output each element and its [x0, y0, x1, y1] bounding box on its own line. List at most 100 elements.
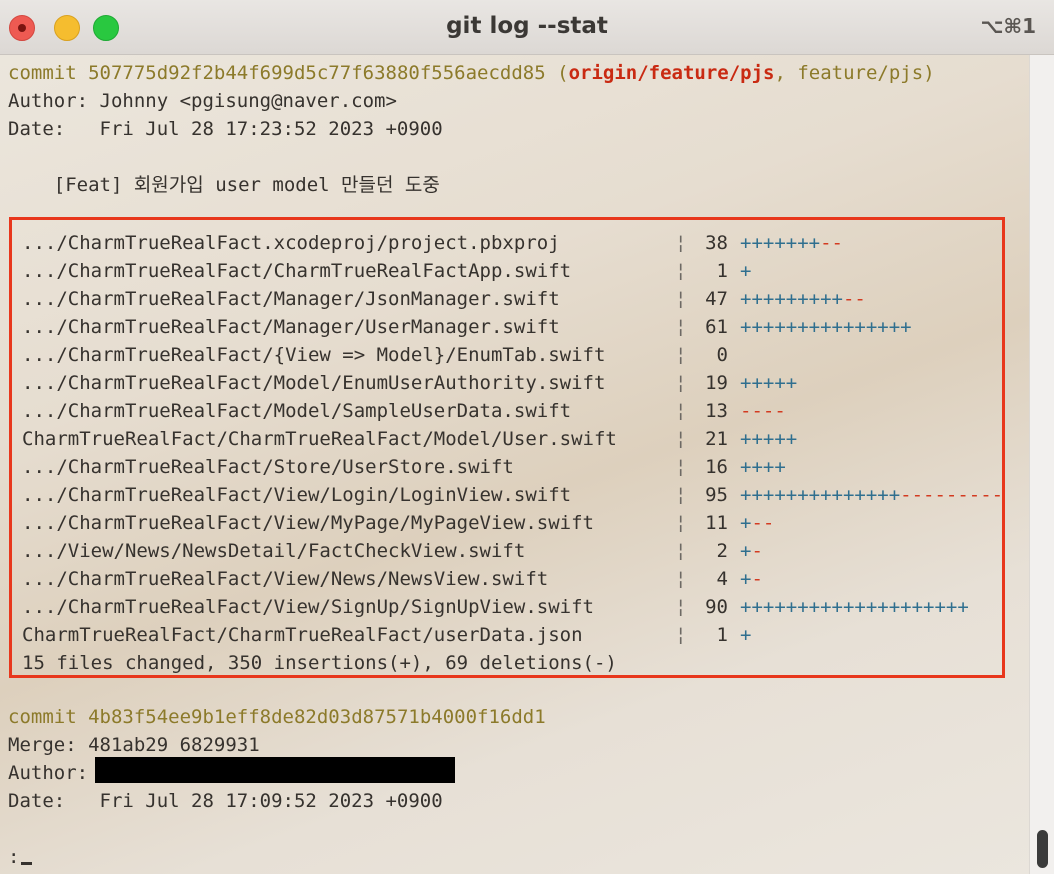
change-count: 0	[716, 344, 728, 366]
author-line-2: Author:	[8, 762, 89, 784]
diffstat-row: .../CharmTrueRealFact/Store/UserStore.sw…	[22, 453, 1012, 481]
diffstat-row: .../CharmTrueRealFact.xcodeproj/project.…	[22, 229, 1012, 257]
change-count: 90	[705, 596, 728, 618]
file-path: .../CharmTrueRealFact/View/News/NewsView…	[22, 568, 549, 590]
diffstat-row: .../CharmTrueRealFact/Model/SampleUserDa…	[22, 397, 1012, 425]
file-path: CharmTrueRealFact/CharmTrueRealFact/Mode…	[22, 428, 617, 450]
diffstat-row: .../View/News/NewsDetail/FactCheckView.s…	[22, 537, 1012, 565]
diffstat-row: .../CharmTrueRealFact/View/News/NewsView…	[22, 565, 1012, 593]
diffstat-row: .../CharmTrueRealFact/View/SignUp/SignUp…	[22, 593, 1012, 621]
deletions-bar: --	[842, 288, 866, 310]
change-count: 11	[705, 512, 728, 534]
scrollbar[interactable]	[1029, 55, 1054, 874]
insertions-bar: +++++++++	[740, 288, 843, 310]
file-path: .../CharmTrueRealFact/{View => Model}/En…	[22, 344, 606, 366]
file-path: CharmTrueRealFact/CharmTrueRealFact/user…	[22, 624, 583, 646]
redacted-author	[95, 757, 455, 783]
change-count: 47	[705, 288, 728, 310]
diffstat-row: .../CharmTrueRealFact/Manager/UserManage…	[22, 313, 1012, 341]
change-bar: +--	[740, 509, 774, 537]
commit-line: commit 507775d92f2b44f699d5c77f63880f556…	[8, 59, 935, 87]
insertions-bar: ++++++++++++++++++++	[740, 596, 969, 618]
file-path: .../CharmTrueRealFact/View/SignUp/SignUp…	[22, 596, 594, 618]
prompt-char: :	[8, 846, 20, 868]
file-path: .../CharmTrueRealFact.xcodeproj/project.…	[22, 232, 560, 254]
file-path: .../CharmTrueRealFact/Model/SampleUserDa…	[22, 400, 572, 422]
commit-hash: 507775d92f2b44f699d5c77f63880f556aecdd85	[88, 62, 546, 84]
change-count: 61	[705, 316, 728, 338]
insertions-bar: +	[740, 260, 752, 282]
change-count: 4	[716, 568, 728, 590]
change-bar: +++++++++++++++	[740, 313, 912, 341]
diffstat-row: .../CharmTrueRealFact/View/Login/LoginVi…	[22, 481, 1012, 509]
commit-label-2: commit	[8, 706, 77, 728]
change-count: 13	[705, 400, 728, 422]
diffstat-row: .../CharmTrueRealFact/{View => Model}/En…	[22, 341, 1012, 369]
deletions-bar: --	[751, 512, 775, 534]
diffstat-highlight: .../CharmTrueRealFact.xcodeproj/project.…	[9, 217, 1005, 678]
deletions-bar: ---------	[900, 484, 1004, 506]
ref-open-paren: (	[557, 62, 569, 84]
diffstat-row: CharmTrueRealFact/CharmTrueRealFact/user…	[22, 621, 1012, 649]
date-line: Date: Fri Jul 28 17:23:52 2023 +0900	[8, 118, 443, 140]
change-bar: ----	[740, 397, 786, 425]
change-count: 19	[705, 372, 728, 394]
commit-message: [Feat] 회원가입 user model 만들던 도중	[8, 174, 440, 196]
change-count: 21	[705, 428, 728, 450]
title-bar: git log --stat ⌥⌘1	[0, 0, 1054, 55]
author-line: Author: Johnny <pgisung@naver.com>	[8, 90, 397, 112]
insertions-bar: +	[740, 568, 752, 590]
commit-line-2: commit 4b83f54ee9b1eff8de82d03d87571b400…	[8, 703, 546, 731]
diffstat-row: .../CharmTrueRealFact/Model/EnumUserAuth…	[22, 369, 1012, 397]
local-branch-ref: feature/pjs	[797, 62, 924, 84]
insertions-bar: +++++++++++++++	[740, 316, 912, 338]
change-bar: +-	[740, 537, 763, 565]
change-bar: +++++	[740, 369, 797, 397]
insertions-bar: +	[740, 540, 752, 562]
ref-separator: ,	[774, 62, 798, 84]
change-count: 16	[705, 456, 728, 478]
diffstat-row: .../CharmTrueRealFact/CharmTrueRealFactA…	[22, 257, 1012, 285]
change-bar: +++++++--	[740, 229, 843, 257]
diffstat-row: .../CharmTrueRealFact/View/MyPage/MyPage…	[22, 509, 1012, 537]
change-count: 1	[716, 260, 728, 282]
file-path: .../CharmTrueRealFact/View/Login/LoginVi…	[22, 484, 572, 506]
terminal-output[interactable]: commit 507775d92f2b44f699d5c77f63880f556…	[0, 55, 1030, 874]
change-bar: ++++++++++++++---------	[740, 481, 1003, 509]
date-line-2: Date: Fri Jul 28 17:09:52 2023 +0900	[8, 790, 443, 812]
insertions-bar: ++++	[740, 456, 786, 478]
insertions-bar: +++++	[740, 428, 798, 450]
remote-branch-ref: origin/feature/pjs	[568, 62, 775, 84]
change-count: 95	[705, 484, 728, 506]
insertions-bar: ++++++++++++++	[740, 484, 901, 506]
change-bar: ++++	[740, 453, 786, 481]
change-bar: +++++	[740, 425, 797, 453]
deletions-bar: ----	[740, 400, 786, 422]
insertions-bar: +++++	[740, 372, 798, 394]
change-count: 2	[716, 540, 728, 562]
change-bar: +	[740, 621, 751, 649]
diffstat-summary: 15 files changed, 350 insertions(+), 69 …	[22, 652, 617, 674]
change-bar: +-	[740, 565, 763, 593]
terminal-window: git log --stat ⌥⌘1 commit 507775d92f2b44…	[0, 0, 1054, 874]
file-path: .../CharmTrueRealFact/Model/EnumUserAuth…	[22, 372, 606, 394]
text-cursor	[21, 862, 33, 865]
file-path: .../CharmTrueRealFact/Store/UserStore.sw…	[22, 456, 514, 478]
pager-prompt[interactable]: :	[8, 843, 33, 871]
merge-line: Merge: 481ab29 6829931	[8, 734, 260, 756]
change-bar: +	[740, 257, 751, 285]
insertions-bar: +	[740, 624, 752, 646]
file-path: .../CharmTrueRealFact/CharmTrueRealFactA…	[22, 260, 572, 282]
file-path: .../CharmTrueRealFact/Manager/UserManage…	[22, 316, 560, 338]
ref-close-paren: )	[923, 62, 935, 84]
change-count: 1	[716, 624, 728, 646]
change-bar: +++++++++--	[740, 285, 866, 313]
insertions-bar: +	[740, 512, 752, 534]
diffstat-row: .../CharmTrueRealFact/Manager/JsonManage…	[22, 285, 1012, 313]
file-path: .../View/News/NewsDetail/FactCheckView.s…	[22, 540, 526, 562]
deletions-bar: -	[751, 568, 763, 590]
scrollbar-thumb[interactable]	[1037, 830, 1048, 868]
commit-hash-2: 4b83f54ee9b1eff8de82d03d87571b4000f16dd1	[88, 706, 546, 728]
diffstat-row: CharmTrueRealFact/CharmTrueRealFact/Mode…	[22, 425, 1012, 453]
change-bar: ++++++++++++++++++++	[740, 593, 969, 621]
